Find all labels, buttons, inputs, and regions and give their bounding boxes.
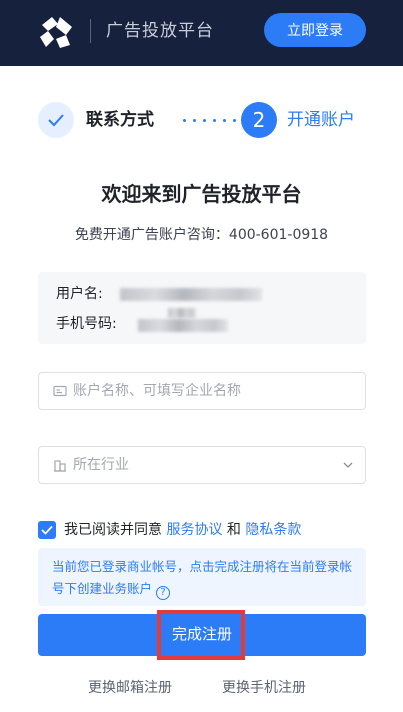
phone-redacted-value-top xyxy=(168,308,196,318)
page-title: 欢迎来到广告投放平台 xyxy=(101,182,302,206)
account-info-box: 用户名: 手机号码: xyxy=(38,272,366,344)
account-name-input[interactable] xyxy=(73,373,343,409)
switch-phone-register-link[interactable]: 更换手机注册 xyxy=(222,677,306,699)
help-icon[interactable]: ? xyxy=(156,586,171,600)
step-completed-badge xyxy=(38,102,74,138)
agreement-prefix: 我已阅读并同意 xyxy=(64,522,162,538)
step-open-account-label: 开通账户 xyxy=(287,110,355,130)
step-contact-label: 联系方式 xyxy=(86,110,154,130)
id-card-icon xyxy=(53,385,67,397)
chevron-down-icon xyxy=(343,462,353,468)
agreement-and: 和 xyxy=(226,522,241,538)
register-notice: 当前您已登录商业帐号，点击完成注册将在当前登录帐号下创建业务账户? xyxy=(38,548,366,606)
step-current-number: 2 xyxy=(241,102,277,138)
username-label: 用户名: xyxy=(56,286,103,302)
account-name-field[interactable] xyxy=(38,372,366,410)
checkbox-check-icon xyxy=(41,525,53,535)
industry-placeholder: 所在行业 xyxy=(73,457,129,473)
consult-hotline-text: 免费开通广告账户咨询：400-601-0918 xyxy=(74,227,329,243)
notice-text: 当前您已登录商业帐号，点击完成注册将在当前登录帐号下创建业务账户 xyxy=(52,559,353,596)
username-redacted-value xyxy=(120,288,262,301)
service-agreement-link[interactable]: 服务协议 xyxy=(166,522,222,538)
top-header: 广告投放平台 立即登录 xyxy=(0,0,403,66)
platform-name: 广告投放平台 xyxy=(106,21,214,41)
login-button[interactable]: 立即登录 xyxy=(264,13,366,47)
brand-logo-icon xyxy=(40,17,72,48)
complete-registration-button[interactable]: 完成注册 xyxy=(38,614,366,656)
agreement-checkbox[interactable] xyxy=(38,521,56,539)
industry-select[interactable]: 所在行业 xyxy=(38,446,366,484)
footer-links: 更换邮箱注册 更换手机注册 xyxy=(0,677,403,699)
phone-label: 手机号码: xyxy=(56,316,117,332)
header-divider xyxy=(90,19,91,43)
switch-email-register-link[interactable]: 更换邮箱注册 xyxy=(88,677,172,699)
privacy-policy-link[interactable]: 隐私条款 xyxy=(245,522,301,538)
building-icon xyxy=(54,460,66,472)
phone-redacted-value xyxy=(138,319,228,332)
check-icon xyxy=(48,114,64,127)
step-indicator: 联系方式 2 开通账户 xyxy=(38,102,368,140)
